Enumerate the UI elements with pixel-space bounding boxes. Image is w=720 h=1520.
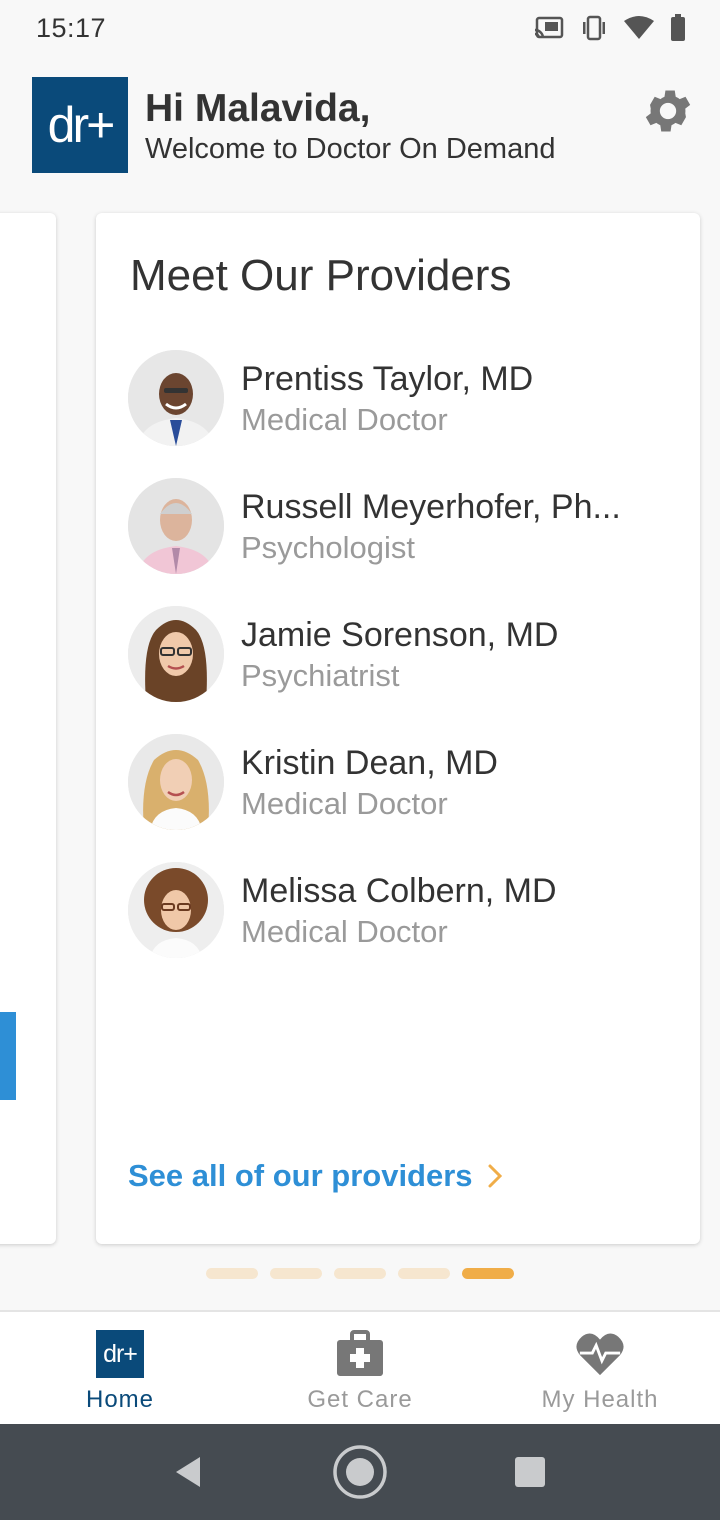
bottom-nav: dr+ Home Get Care My Health [0,1310,720,1424]
system-home-button[interactable] [332,1444,388,1500]
chevron-right-icon [488,1164,502,1188]
provider-name: Russell Meyerhofer, Ph... [241,488,621,526]
provider-name: Kristin Dean, MD [241,744,498,782]
system-nav-bar [0,1424,720,1520]
page-dot[interactable] [206,1268,258,1279]
status-icons [534,14,686,42]
page-dot-active[interactable] [462,1268,514,1279]
provider-title: Medical Doctor [241,786,448,821]
provider-item[interactable]: Jamie Sorenson, MD Psychiatrist [128,606,688,734]
vibrate-icon [583,15,605,41]
page-dot[interactable] [334,1268,386,1279]
provider-item[interactable]: Melissa Colbern, MD Medical Doctor [128,862,688,990]
cast-icon [534,16,564,39]
system-back-button[interactable] [160,1444,216,1500]
provider-avatar [128,606,224,702]
header: dr+ Hi Malavida, Welcome to Doctor On De… [32,77,692,173]
heart-pulse-icon [576,1333,624,1376]
provider-name: Jamie Sorenson, MD [241,616,559,654]
nav-home[interactable]: dr+ Home [0,1312,240,1424]
home-circle-icon [333,1445,387,1499]
provider-avatar [128,350,224,446]
dr-logo-icon: dr+ [96,1330,144,1378]
gear-icon[interactable] [640,83,696,139]
card-title: Meet Our Providers [130,251,512,300]
provider-title: Psychiatrist [241,658,400,693]
battery-icon [671,14,685,41]
nav-home-label: Home [85,1386,155,1413]
wifi-icon [624,16,654,39]
provider-avatar [128,734,224,830]
provider-item[interactable]: Kristin Dean, MD Medical Doctor [128,734,688,862]
back-triangle-icon [176,1457,200,1487]
providers-card: Meet Our Providers Prentiss Taylor, MD M… [96,213,700,1244]
medical-kit-icon [337,1330,383,1376]
provider-item[interactable]: Russell Meyerhofer, Ph... Psychologist [128,478,688,606]
status-time: 15:17 [36,12,107,43]
provider-avatar [128,478,224,574]
nav-my-health[interactable]: My Health [480,1312,720,1424]
page-dot[interactable] [398,1268,450,1279]
nav-logo-text: dr+ [103,1339,138,1368]
nav-get-care[interactable]: Get Care [240,1312,480,1424]
nav-my-health-label: My Health [541,1386,659,1413]
page-indicator [206,1268,514,1279]
provider-title: Psychologist [241,530,416,565]
app-logo: dr+ [32,77,128,173]
status-bar: 15:17 [0,0,720,56]
provider-name: Prentiss Taylor, MD [241,360,534,398]
previous-card-accent [0,1012,16,1100]
provider-list: Prentiss Taylor, MD Medical Doctor Russe… [128,350,688,990]
page-dot[interactable] [270,1268,322,1279]
welcome-text: Welcome to Doctor On Demand [145,133,556,165]
greeting-text: Hi Malavida, [145,87,371,130]
provider-name: Melissa Colbern, MD [241,872,557,910]
provider-title: Medical Doctor [241,402,448,437]
logo-text: dr+ [47,97,116,153]
recents-square-icon [515,1457,545,1487]
provider-avatar [128,862,224,958]
provider-title: Medical Doctor [241,914,448,949]
see-all-label: See all of our providers [128,1158,473,1193]
nav-get-care-label: Get Care [307,1386,413,1413]
app-screen: 15:17 dr+ Hi Malavida, Welcome to Doctor… [0,0,720,1520]
see-all-providers-link[interactable]: See all of our providers [128,1158,503,1194]
provider-item[interactable]: Prentiss Taylor, MD Medical Doctor [128,350,688,478]
system-recents-button[interactable] [502,1444,558,1500]
